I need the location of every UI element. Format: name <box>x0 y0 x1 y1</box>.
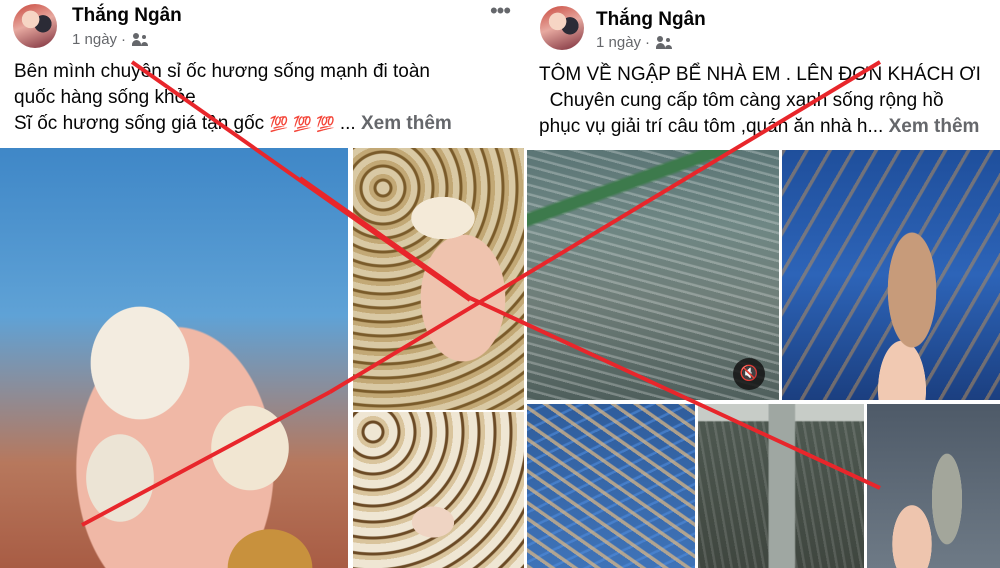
post-text-line: quốc hàng sống khỏe <box>14 87 196 108</box>
avatar[interactable] <box>13 4 57 48</box>
hundred-points-emoji: 💯 <box>269 116 288 133</box>
post-header: Thắng Ngân 1 ngày · ••• <box>0 0 524 56</box>
post-text: TÔM VỀ NGẬP BỂ NHÀ EM . LÊN ĐƠN KHÁCH ƠI… <box>539 62 981 140</box>
see-more-link[interactable]: Xem thêm <box>889 116 980 137</box>
snail-in-hand-photo[interactable] <box>353 148 524 410</box>
post-text-line: Bên mình chuyên sỉ ốc hương sống mạnh đi… <box>14 61 430 82</box>
shrimp-in-hand-photo[interactable] <box>867 404 1000 568</box>
meta-separator: · <box>121 31 127 48</box>
avatar[interactable] <box>540 6 584 50</box>
post-time[interactable]: 1 ngày <box>596 34 641 51</box>
post-text: Bên mình chuyên sỉ ốc hương sống mạnh đi… <box>14 59 452 138</box>
post-text-line-content: Chuyên cung cấp tôm càng xanh sống rộng … <box>549 90 944 111</box>
shrimp-pond-photo[interactable] <box>698 404 864 568</box>
snail-pile-photo[interactable] <box>353 412 524 568</box>
ellipsis: ... <box>339 113 356 134</box>
speaker-muted-icon[interactable]: 🔇 <box>733 358 765 390</box>
friends-icon <box>132 32 150 47</box>
post-text-line-content: phục vụ giải trí câu tôm ,quán ăn nhà h.… <box>539 116 884 137</box>
hundred-points-emoji: 💯 <box>292 116 312 133</box>
post-meta: 1 ngày · <box>596 34 674 51</box>
post-meta: 1 ngày · <box>72 31 150 48</box>
post-header: Thắng Ngân 1 ngày · <box>527 0 1000 56</box>
author-name[interactable]: Thắng Ngân <box>596 9 706 31</box>
hundred-points-emoji: 💯 <box>316 116 335 133</box>
see-more-link[interactable]: Xem thêm <box>361 113 452 134</box>
post-text-line: Sĩ ốc hương sống giá tận gốc 💯 💯 💯 ... X… <box>14 111 452 138</box>
author-name[interactable]: Thắng Ngân <box>72 5 182 27</box>
snail-photo-large[interactable] <box>0 148 348 568</box>
friends-icon <box>656 35 674 50</box>
facebook-post-snail: Thắng Ngân 1 ngày · ••• Bên mình chuyên … <box>0 0 524 568</box>
post-time[interactable]: 1 ngày <box>72 31 117 48</box>
post-text-line: TÔM VỀ NGẬP BỂ NHÀ EM . LÊN ĐƠN KHÁCH ƠI <box>539 64 981 85</box>
more-horizontal-icon[interactable]: ••• <box>486 0 514 24</box>
facebook-post-shrimp: Thắng Ngân 1 ngày · TÔM VỀ NGẬP BỂ NHÀ E… <box>527 0 1000 568</box>
post-text-line-content: Sĩ ốc hương sống giá tận gốc <box>14 113 265 134</box>
meta-separator: · <box>645 34 651 51</box>
shrimp-crowd-photo[interactable] <box>527 404 695 568</box>
shrimp-tank-video[interactable]: 🔇 <box>527 150 779 400</box>
post-text-line: phục vụ giải trí câu tôm ,quán ăn nhà h.… <box>539 114 981 140</box>
shrimp-blue-tank-photo[interactable] <box>782 150 1000 400</box>
post-text-line: Chuyên cung cấp tôm càng xanh sống rộng … <box>539 88 981 114</box>
